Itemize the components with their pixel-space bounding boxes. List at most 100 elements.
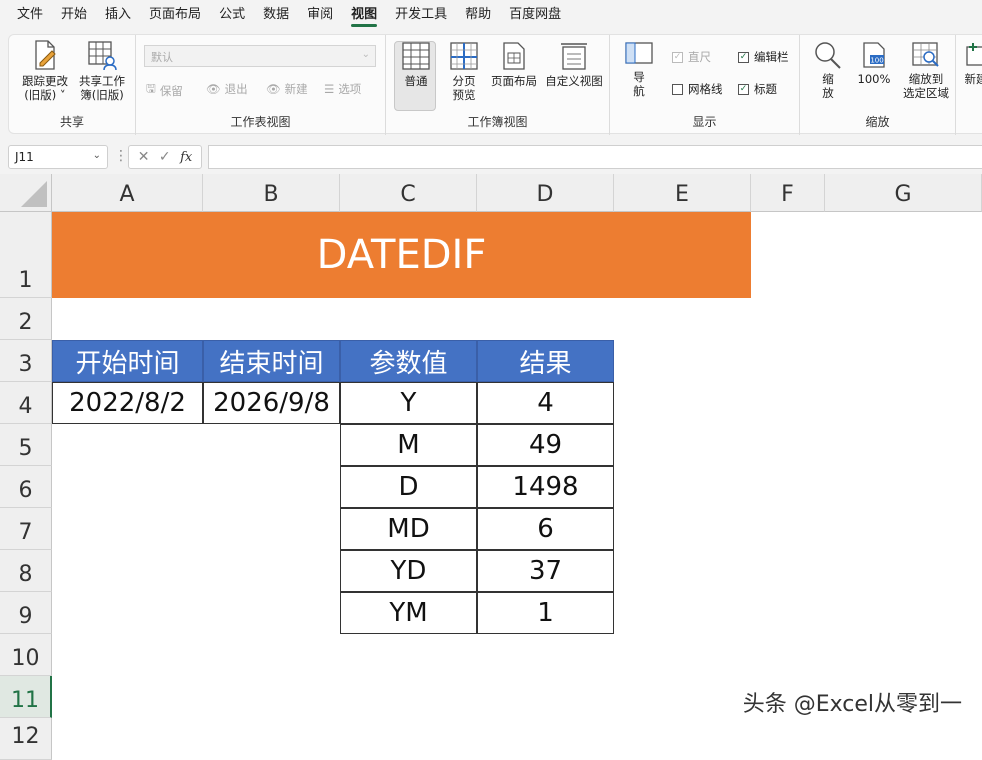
- cell-result[interactable]: 6: [477, 508, 614, 550]
- column-header-a[interactable]: A: [52, 174, 203, 212]
- formula-input[interactable]: [208, 145, 982, 169]
- page-break-label1: 分页: [452, 74, 476, 88]
- cell-param[interactable]: D: [340, 466, 477, 508]
- normal-view-button[interactable]: 普通: [396, 41, 436, 88]
- tab-baidu-netdisk[interactable]: 百度网盘: [500, 0, 570, 30]
- page-break-preview-button[interactable]: 分页 预览: [444, 41, 484, 102]
- cell-result[interactable]: 1: [477, 592, 614, 634]
- sheet-view-exit-button[interactable]: 👁 退出: [206, 81, 248, 97]
- page-break-preview-icon: [450, 42, 478, 70]
- tab-insert[interactable]: 插入: [96, 0, 140, 30]
- ruler-check-icon: ✓: [672, 51, 683, 63]
- new-window-button[interactable]: 新建: [961, 41, 982, 86]
- tab-formulas[interactable]: 公式: [210, 0, 254, 30]
- cell-end-date[interactable]: 2026/9/8: [203, 382, 340, 424]
- page-layout-view-button[interactable]: 页面布局: [486, 41, 542, 88]
- headings-checkbox[interactable]: ✓ 标题: [738, 81, 777, 97]
- ribbon-panel: 跟踪更改 (旧版) ˅ 共享工作 簿(旧版) 共享 默认 ⌄ 🖫 保留 👁 退出…: [8, 34, 982, 135]
- row-header-6[interactable]: 6: [0, 466, 52, 508]
- custom-views-label: 自定义视图: [545, 74, 603, 88]
- header-end-time[interactable]: 结束时间: [203, 340, 340, 382]
- row-header-1[interactable]: 1: [0, 212, 52, 298]
- row-header-7[interactable]: 7: [0, 508, 52, 550]
- cell-param[interactable]: YD: [340, 550, 477, 592]
- page-layout-label: 页面布局: [491, 74, 537, 88]
- header-start-time[interactable]: 开始时间: [52, 340, 203, 382]
- header-result[interactable]: 结果: [477, 340, 614, 382]
- formula-bar: J11 ⌄ ⋮ ✕ ✓ fx: [0, 138, 982, 174]
- insert-function-button[interactable]: fx: [180, 150, 192, 165]
- cell-param[interactable]: Y: [340, 382, 477, 424]
- row-header-11[interactable]: 11: [0, 676, 52, 718]
- custom-views-button[interactable]: 自定义视图: [542, 41, 606, 88]
- row-header-5[interactable]: 5: [0, 424, 52, 466]
- header-parameter[interactable]: 参数值: [340, 340, 477, 382]
- sheet-view-new-button[interactable]: 👁 新建: [266, 81, 308, 97]
- more-icon: ⋮: [114, 148, 128, 164]
- row-header-2[interactable]: 2: [0, 298, 52, 340]
- tab-file[interactable]: 文件: [8, 0, 52, 30]
- zoom-to-selection-button[interactable]: 缩放到 选定区域: [898, 41, 954, 100]
- cell-param[interactable]: YM: [340, 592, 477, 634]
- custom-views-icon: [561, 43, 587, 70]
- tab-page-layout[interactable]: 页面布局: [140, 0, 210, 30]
- cell-result[interactable]: 49: [477, 424, 614, 466]
- group-zoom: 缩 放 100 100% 缩放到 选定区域 缩放: [800, 35, 956, 135]
- column-header-e[interactable]: E: [614, 174, 751, 212]
- tab-view[interactable]: 视图: [342, 0, 386, 30]
- track-changes-button[interactable]: 跟踪更改 (旧版) ˅: [15, 39, 75, 102]
- zoom-100-label: 100%: [857, 72, 891, 86]
- enter-icon[interactable]: ✓: [159, 149, 171, 165]
- tab-help[interactable]: 帮助: [456, 0, 500, 30]
- name-box[interactable]: J11 ⌄: [8, 145, 108, 169]
- formula-bar-checkbox[interactable]: ✓ 编辑栏: [738, 49, 789, 65]
- sheet-view-dropdown-value: 默认: [151, 51, 173, 64]
- sheet-view-dropdown[interactable]: 默认 ⌄: [144, 45, 376, 67]
- title-merged-cell[interactable]: DATEDIF: [52, 212, 751, 298]
- zoom-100-button[interactable]: 100 100%: [854, 41, 894, 86]
- gridlines-checkbox[interactable]: 网格线: [672, 81, 723, 97]
- zoom-to-selection-icon: [912, 42, 939, 67]
- row-header-10[interactable]: 10: [0, 634, 52, 676]
- svg-text:100: 100: [870, 57, 883, 65]
- row-header-9[interactable]: 9: [0, 592, 52, 634]
- row-header-3[interactable]: 3: [0, 340, 52, 382]
- group-share-label: 共享: [59, 115, 84, 129]
- tab-developer[interactable]: 开发工具: [386, 0, 456, 30]
- cell-param[interactable]: M: [340, 424, 477, 466]
- headings-check-icon: ✓: [738, 83, 749, 95]
- cancel-icon[interactable]: ✕: [138, 149, 150, 165]
- select-all-button[interactable]: [0, 174, 52, 212]
- column-header-f[interactable]: F: [751, 174, 825, 212]
- cell-param[interactable]: MD: [340, 508, 477, 550]
- ruler-label: 直尺: [688, 50, 711, 64]
- row-header-4[interactable]: 4: [0, 382, 52, 424]
- navigation-button[interactable]: 导 航: [622, 41, 656, 98]
- ribbon: 跟踪更改 (旧版) ˅ 共享工作 簿(旧版) 共享 默认 ⌄ 🖫 保留 👁 退出…: [0, 30, 982, 138]
- column-header-b[interactable]: B: [203, 174, 340, 212]
- group-sheet-view-label: 工作表视图: [230, 115, 291, 129]
- ruler-checkbox[interactable]: ✓ 直尺: [672, 49, 711, 65]
- row-header-8[interactable]: 8: [0, 550, 52, 592]
- headings-label: 标题: [754, 82, 777, 96]
- zoom-button[interactable]: 缩 放: [810, 41, 846, 100]
- column-header-g[interactable]: G: [825, 174, 982, 212]
- sheet-view-options-button[interactable]: ☰ 选项: [324, 81, 361, 97]
- cell-result[interactable]: 1498: [477, 466, 614, 508]
- gridlines-check-icon: [672, 83, 683, 95]
- cell-result[interactable]: 37: [477, 550, 614, 592]
- tab-home[interactable]: 开始: [52, 0, 96, 30]
- tab-data[interactable]: 数据: [254, 0, 298, 30]
- row-header-12[interactable]: 12: [0, 718, 52, 760]
- sheet-view-keep-button[interactable]: 🖫 保留: [146, 81, 183, 100]
- cell-start-date[interactable]: 2022/8/2: [52, 382, 203, 424]
- zoom-selection-label1: 缩放到: [908, 72, 944, 86]
- group-workbook-view: 普通 分页 预览 页面布局 自定义视图 工作簿视图: [386, 35, 610, 135]
- tab-review[interactable]: 审阅: [298, 0, 342, 30]
- column-header-d[interactable]: D: [477, 174, 614, 212]
- share-workbook-icon: [88, 41, 117, 71]
- chevron-down-icon: ⌄: [361, 49, 370, 60]
- column-header-c[interactable]: C: [340, 174, 477, 212]
- share-workbook-button[interactable]: 共享工作 簿(旧版): [73, 39, 131, 102]
- cell-result[interactable]: 4: [477, 382, 614, 424]
